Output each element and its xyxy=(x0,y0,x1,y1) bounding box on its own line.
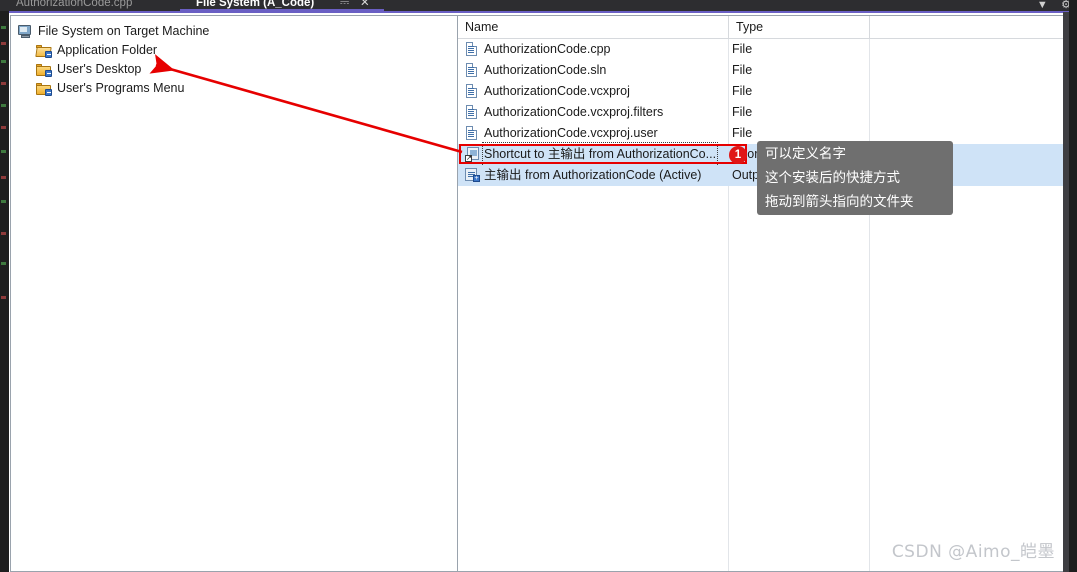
tree-root-label: File System on Target Machine xyxy=(38,24,210,39)
file-system-designer: File System on Target Machine Applicatio… xyxy=(9,11,1069,572)
editor-tab-strip[interactable]: AuthorizationCode.cpp File System (A_Cod… xyxy=(0,0,1077,11)
list-column-headers[interactable]: Name Type xyxy=(458,16,1067,39)
column-separator-2[interactable] xyxy=(869,16,870,38)
folder-contents-list-pane[interactable]: Name Type AuthorizationCode.cpp File Aut… xyxy=(458,15,1068,572)
window-right-edge xyxy=(1069,0,1077,572)
table-row[interactable]: AuthorizationCode.sln File xyxy=(458,60,1067,81)
tree-item-application-folder[interactable]: Application Folder xyxy=(18,41,457,60)
row-name: AuthorizationCode.vcxproj.user xyxy=(484,126,658,140)
monitor-icon xyxy=(18,25,33,39)
shortcut-icon: ↗ xyxy=(465,147,480,162)
output-icon: + xyxy=(465,168,480,183)
tabstrip-overflow-controls[interactable]: ▼ ⚙ xyxy=(1027,0,1071,11)
tree-item-users-programs-menu[interactable]: User's Programs Menu xyxy=(18,79,457,98)
table-row[interactable]: AuthorizationCode.vcxproj.filters File xyxy=(458,102,1067,123)
row-type: File xyxy=(732,105,753,119)
folder-shortcut-icon xyxy=(36,63,52,77)
row-name: 主输出 from AuthorizationCode (Active) xyxy=(484,168,702,182)
target-machine-tree-pane[interactable]: File System on Target Machine Applicatio… xyxy=(10,15,458,572)
tree-item-label: User's Desktop xyxy=(57,62,142,77)
column-header-type[interactable]: Type xyxy=(729,16,869,38)
tree-item-users-desktop[interactable]: User's Desktop xyxy=(18,60,457,79)
file-icon xyxy=(465,126,479,141)
tree-item-label: User's Programs Menu xyxy=(57,81,185,96)
row-type: File xyxy=(732,63,753,77)
row-name: Shortcut to 主输出 from AuthorizationCo... xyxy=(481,142,719,167)
row-type: Shortcut xyxy=(732,147,779,161)
tree-item-label: Application Folder xyxy=(57,43,158,58)
table-row[interactable]: AuthorizationCode.vcxproj.user File xyxy=(458,123,1067,144)
file-icon xyxy=(465,63,479,78)
row-name: AuthorizationCode.vcxproj xyxy=(484,84,630,98)
row-type: File xyxy=(732,84,753,98)
table-row-output[interactable]: + 主输出 from AuthorizationCode (Active) Ou… xyxy=(458,165,1067,186)
row-name: AuthorizationCode.vcxproj.filters xyxy=(484,105,664,119)
tree-root-file-system-on-target-machine[interactable]: File System on Target Machine xyxy=(18,22,457,41)
close-icon[interactable]: ✕ xyxy=(360,0,370,11)
folder-shortcut-icon xyxy=(36,82,52,96)
watermark: CSDN @Aimo_皑墨 xyxy=(891,542,1055,562)
table-row[interactable]: AuthorizationCode.vcxproj File xyxy=(458,81,1067,102)
row-type: File xyxy=(732,126,753,140)
file-icon xyxy=(465,105,479,120)
row-type: File xyxy=(732,42,753,56)
pin-icon[interactable]: ⎓ xyxy=(340,0,349,11)
folder-open-shortcut-icon xyxy=(35,44,52,58)
table-row[interactable]: AuthorizationCode.cpp File xyxy=(458,39,1067,60)
row-name: AuthorizationCode.sln xyxy=(484,63,607,77)
chevron-down-icon[interactable]: ▼ xyxy=(1037,0,1048,11)
column-header-name[interactable]: Name xyxy=(458,16,728,38)
tab-authorizationcode-cpp[interactable]: AuthorizationCode.cpp xyxy=(16,0,132,11)
file-icon xyxy=(465,84,479,99)
editor-gutter-minimap[interactable] xyxy=(0,0,9,572)
list-rows[interactable]: AuthorizationCode.cpp File Authorization… xyxy=(458,39,1067,571)
row-name: AuthorizationCode.cpp xyxy=(484,42,611,56)
row-type: Output xyxy=(732,168,770,182)
table-row-shortcut-selected[interactable]: ↗ Shortcut to 主输出 from AuthorizationCo..… xyxy=(458,142,1067,167)
file-icon xyxy=(465,42,479,57)
